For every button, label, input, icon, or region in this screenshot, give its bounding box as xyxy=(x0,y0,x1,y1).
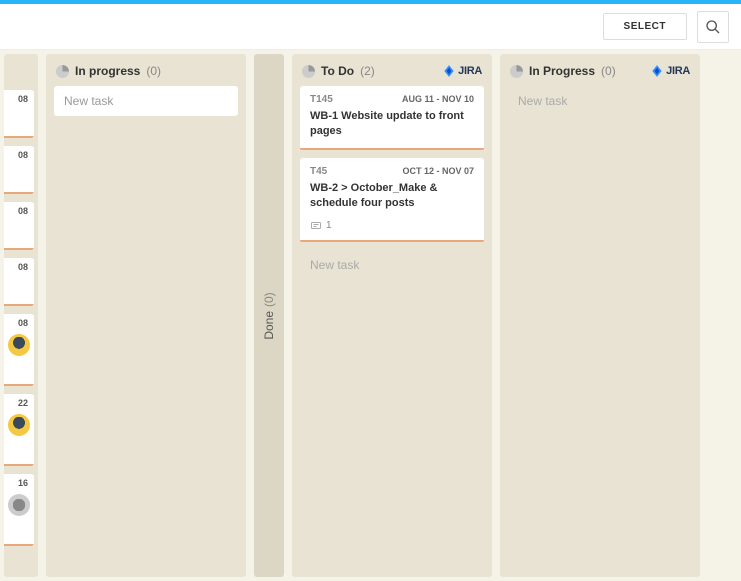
card-meta: 1 xyxy=(310,220,474,232)
column-body: 08 08 08 08 08 22 16 xyxy=(4,90,38,577)
column-title: To Do xyxy=(321,64,354,78)
card-title: WB-2 > October_Make & schedule four post… xyxy=(310,181,474,212)
column-count: (0) xyxy=(601,64,616,78)
column-count: (0) xyxy=(146,64,161,78)
column-body: New task xyxy=(46,86,246,577)
avatar xyxy=(8,414,30,436)
task-card[interactable]: T145 AUG 11 - NOV 10 WB-1 Website update t… xyxy=(300,86,484,150)
column-body: T145 AUG 11 - NOV 10 WB-1 Website update t… xyxy=(292,86,492,577)
card-date-fragment: 08 xyxy=(8,262,30,272)
column-title: In Progress xyxy=(529,64,595,78)
card-date-fragment: 08 xyxy=(8,206,30,216)
jira-icon xyxy=(650,64,664,78)
card-date-fragment: 08 xyxy=(8,94,30,104)
task-card-stub[interactable]: 08 xyxy=(4,258,34,306)
jira-badge: JIRA xyxy=(442,64,482,78)
pie-icon xyxy=(510,65,523,78)
task-card-stub[interactable]: 08 xyxy=(4,90,34,138)
card-dates: AUG 11 - NOV 10 xyxy=(402,94,474,105)
column-in-progress-1: In progress (0) New task xyxy=(46,54,246,577)
task-card-stub[interactable]: 08 xyxy=(4,146,34,194)
avatar xyxy=(8,334,30,356)
jira-badge: JIRA xyxy=(650,64,690,78)
new-task-input[interactable]: New task xyxy=(300,250,484,280)
new-task-input[interactable]: New task xyxy=(54,86,238,116)
pie-icon xyxy=(302,65,315,78)
jira-text: JIRA xyxy=(458,65,482,77)
task-card[interactable]: T45 OCT 12 - NOV 07 WB-2 > October_Make & … xyxy=(300,158,484,242)
column-header[interactable]: In Progress (0) JIRA xyxy=(500,54,700,86)
select-button[interactable]: SELECT xyxy=(603,13,687,40)
task-card-stub[interactable]: 08 xyxy=(4,202,34,250)
jira-text: JIRA xyxy=(666,65,690,77)
pie-icon xyxy=(56,65,69,78)
card-dates: OCT 12 - NOV 07 xyxy=(402,166,474,177)
task-card-stub[interactable]: 16 xyxy=(4,474,34,546)
jira-icon xyxy=(442,64,456,78)
toolbar: SELECT xyxy=(0,4,741,50)
column-in-progress-2: In Progress (0) JIRA New task xyxy=(500,54,700,577)
card-date-fragment: 22 xyxy=(8,398,30,408)
task-card-stub[interactable]: 08 xyxy=(4,314,34,386)
column-partial-left: 08 08 08 08 08 22 16 xyxy=(4,54,38,577)
card-date-fragment: 08 xyxy=(8,318,30,328)
column-title: Done xyxy=(262,310,276,339)
column-done-collapsed[interactable]: Done (0) xyxy=(254,54,284,577)
kanban-board: 08080808082216 In progress (0) New task … xyxy=(0,50,741,581)
column-count: (0) xyxy=(262,292,276,307)
card-id: T145 xyxy=(310,94,333,105)
task-card-stub[interactable]: 22 xyxy=(4,394,34,466)
column-header[interactable]: In progress (0) xyxy=(46,54,246,86)
done-label: Done (0) xyxy=(262,292,276,339)
search-icon xyxy=(705,19,721,35)
card-title: WB-1 Website update to front pages xyxy=(310,109,474,140)
column-title: In progress xyxy=(75,64,140,78)
avatar xyxy=(8,494,30,516)
comment-count: 1 xyxy=(326,220,332,231)
search-button[interactable] xyxy=(697,11,729,43)
comment-icon xyxy=(310,220,322,232)
card-id: T45 xyxy=(310,166,327,177)
column-to-do: To Do (2) JIRA T145 AUG 11 - NOV 10 WB-1 W… xyxy=(292,54,492,577)
new-task-input[interactable]: New task xyxy=(508,86,692,116)
column-body: New task xyxy=(500,86,700,577)
card-date-fragment: 16 xyxy=(8,478,30,488)
card-date-fragment: 08 xyxy=(8,150,30,160)
column-count: (2) xyxy=(360,64,375,78)
column-header[interactable]: To Do (2) JIRA xyxy=(292,54,492,86)
